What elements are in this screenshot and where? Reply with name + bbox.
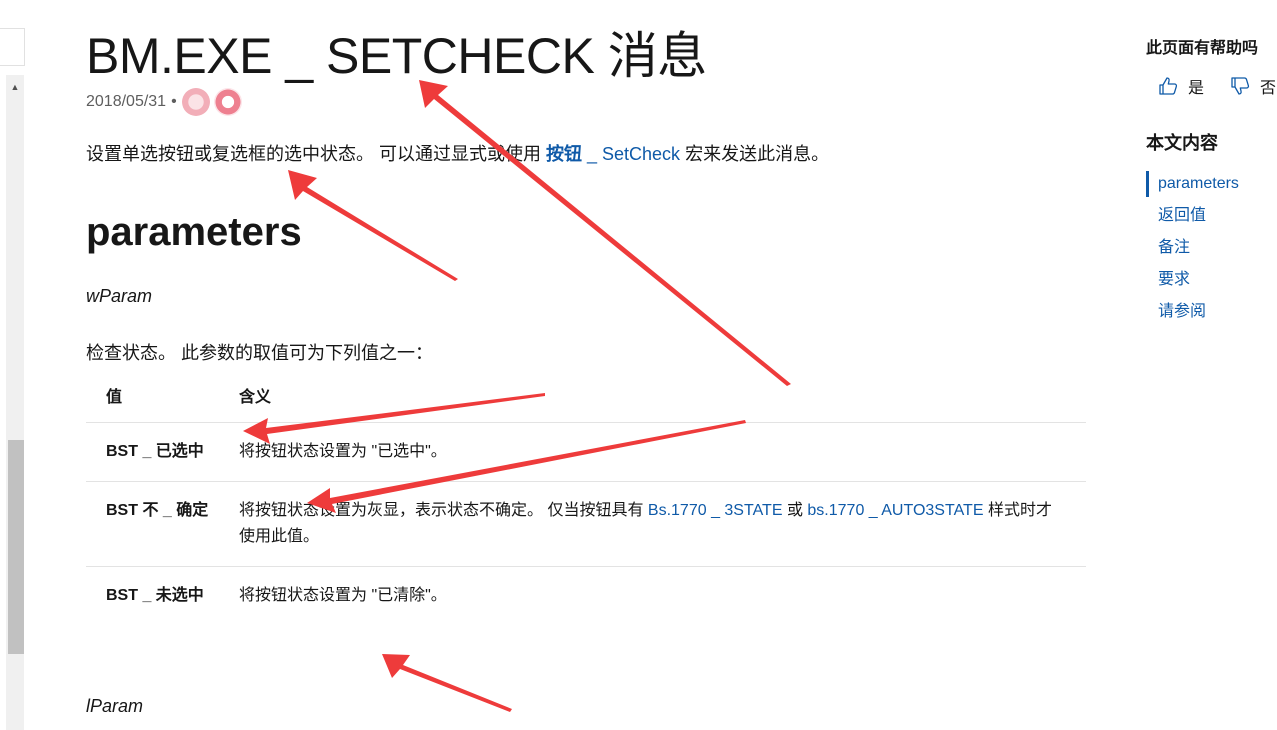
meaning-cell: 将按钮状态设置为 "已选中"。 xyxy=(219,422,1086,482)
column-header-value: 值 xyxy=(86,372,219,423)
toc-title: 本文内容 xyxy=(1146,133,1218,153)
lparam-name: lParam xyxy=(86,696,144,716)
scroll-up-arrow-icon[interactable]: ▲ xyxy=(6,78,24,96)
setcheck-macro-link[interactable]: 按钮 _ SetCheck xyxy=(546,144,680,164)
right-rail: 此页面有帮助吗 是 否 本文内容 parameters 返回值 备注 要求 请参… xyxy=(1146,0,1277,730)
bs-auto3state-link[interactable]: bs.1770 _ AUTO3STATE xyxy=(807,502,983,519)
toc-item-return-value[interactable]: 返回值 xyxy=(1146,200,1239,232)
toc-item-requirements[interactable]: 要求 xyxy=(1146,264,1239,296)
table-row: BST _ 已选中 将按钮状态设置为 "已选中"。 xyxy=(86,422,1086,482)
meaning-cell: 将按钮状态设置为灰显，表示状态不确定。 仅当按钮具有 Bs.1770 _ 3ST… xyxy=(219,481,1086,567)
bs-3state-link[interactable]: Bs.1770 _ 3STATE xyxy=(648,502,783,519)
toc-item-see-also[interactable]: 请参阅 xyxy=(1146,296,1239,328)
feedback-yes-button[interactable]: 是 xyxy=(1158,74,1204,98)
intro-text: 设置单选按钮或复选框的选中状态。 可以通过显式或使用 xyxy=(86,144,546,164)
scrollbar-thumb[interactable] xyxy=(8,440,24,654)
meaning-text: 或 xyxy=(782,502,808,519)
contributor-avatar[interactable] xyxy=(213,88,242,116)
wparam-name: wParam xyxy=(86,286,153,306)
intro-paragraph: 设置单选按钮或复选框的选中状态。 可以通过显式或使用 按钮 _ SetCheck… xyxy=(86,140,829,166)
article-metadata: 2018/05/31 • xyxy=(86,88,246,116)
annotation-arrow xyxy=(382,654,512,712)
wparam-description: 检查状态。 此参数的取值可为下列值之一： xyxy=(86,343,433,363)
link-bold-part: 按钮 xyxy=(546,144,582,164)
contributor-avatar[interactable] xyxy=(181,88,210,116)
publish-date: 2018/05/31 xyxy=(86,93,167,110)
toc-item-parameters[interactable]: parameters xyxy=(1146,171,1239,197)
thumbs-up-icon xyxy=(1159,77,1178,95)
feedback-yes-label: 是 xyxy=(1188,80,1205,97)
meta-separator: • xyxy=(171,93,177,110)
value-cell: BST 不 _ 确定 xyxy=(86,481,219,567)
value-cell: BST _ 已选中 xyxy=(86,422,219,482)
left-panel-strip: ▲ xyxy=(0,0,26,730)
values-table: 值 含义 BST _ 已选中 将按钮状态设置为 "已选中"。 BST 不 _ 确… xyxy=(86,372,1086,625)
meaning-text: 将按钮状态设置为灰显，表示状态不确定。 仅当按钮具有 xyxy=(239,502,648,519)
toc-item-remarks[interactable]: 备注 xyxy=(1146,232,1239,264)
annotation-arrow xyxy=(288,170,458,281)
feedback-no-button[interactable]: 否 xyxy=(1230,74,1276,98)
table-header-row: 值 含义 xyxy=(86,372,1086,423)
left-panel-box[interactable] xyxy=(0,28,25,66)
table-row: BST 不 _ 确定 将按钮状态设置为灰显，表示状态不确定。 仅当按钮具有 Bs… xyxy=(86,481,1086,567)
table-of-contents: parameters 返回值 备注 要求 请参阅 xyxy=(1146,168,1239,328)
annotation-arrow xyxy=(419,80,791,386)
section-heading-parameters: parameters xyxy=(86,210,302,254)
intro-text-end: 宏来发送此消息。 xyxy=(680,144,830,164)
feedback-no-label: 否 xyxy=(1260,80,1277,97)
meaning-cell: 将按钮状态设置为 "已清除"。 xyxy=(239,587,447,604)
column-header-meaning: 含义 xyxy=(219,372,1086,423)
value-cell: BST _ 未选中 xyxy=(106,587,204,604)
feedback-question: 此页面有帮助吗 xyxy=(1146,40,1259,57)
link-rest-part: _ SetCheck xyxy=(582,144,681,164)
thumbs-down-icon xyxy=(1231,77,1250,95)
table-row: BST _ 未选中 将按钮状态设置为 "已清除"。 xyxy=(86,567,1086,626)
page-title: BM.EXE _ SETCHECK 消息 xyxy=(86,28,707,84)
